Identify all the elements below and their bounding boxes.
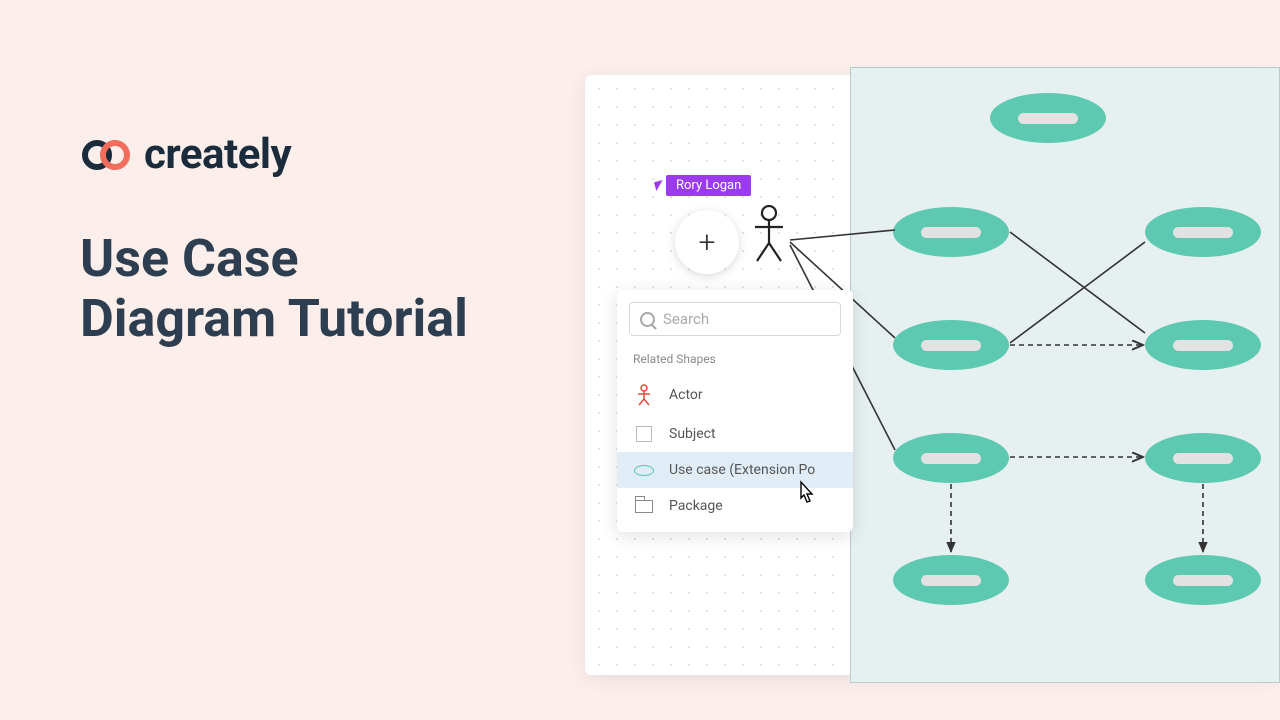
use-case-node[interactable] — [1145, 320, 1261, 370]
use-case-node[interactable] — [990, 93, 1106, 143]
shape-item-package[interactable]: Package — [617, 488, 853, 524]
left-panel: creately Use Case Diagram Tutorial — [80, 130, 468, 349]
use-case-node[interactable] — [893, 433, 1009, 483]
cursor-arrow-icon — [654, 180, 665, 191]
shape-item-use-case[interactable]: Use case (Extension Po — [617, 452, 853, 488]
use-case-node[interactable] — [893, 320, 1009, 370]
search-placeholder: Search — [663, 310, 709, 328]
use-case-node[interactable] — [893, 555, 1009, 605]
shape-search-panel: Search Related Shapes Actor Subject Use … — [617, 290, 853, 532]
use-case-node[interactable] — [1145, 555, 1261, 605]
use-case-icon — [633, 465, 655, 476]
brand-logo: creately — [80, 130, 468, 179]
add-shape-button[interactable]: + — [675, 210, 739, 274]
shape-item-actor[interactable]: Actor — [617, 374, 853, 416]
subject-icon — [633, 426, 655, 442]
pointer-cursor-icon — [795, 480, 817, 511]
title-line-1: Use Case — [80, 228, 299, 289]
shape-item-label: Use case (Extension Po — [669, 462, 815, 478]
search-icon — [640, 312, 655, 327]
shape-item-label: Package — [669, 498, 723, 514]
collaborator-cursor: Rory Logan — [655, 175, 751, 196]
plus-icon: + — [699, 225, 716, 260]
creately-logo-icon — [80, 138, 134, 172]
actor-icon — [633, 384, 655, 406]
brand-name: creately — [144, 130, 291, 179]
use-case-node[interactable] — [1145, 207, 1261, 257]
package-icon — [633, 500, 655, 513]
panel-heading: Related Shapes — [617, 346, 853, 374]
actor-shape[interactable] — [753, 205, 785, 267]
shape-item-label: Subject — [669, 426, 716, 442]
shape-item-subject[interactable]: Subject — [617, 416, 853, 452]
collaborator-name: Rory Logan — [666, 175, 751, 196]
page-title: Use Case Diagram Tutorial — [80, 229, 468, 349]
use-case-node[interactable] — [893, 207, 1009, 257]
diagram-canvas[interactable]: Rory Logan + Search Related Shapes — [585, 75, 1280, 675]
shape-item-label: Actor — [669, 387, 703, 403]
use-case-node[interactable] — [1145, 433, 1261, 483]
search-input[interactable]: Search — [629, 302, 841, 336]
title-line-2: Diagram Tutorial — [80, 288, 468, 349]
